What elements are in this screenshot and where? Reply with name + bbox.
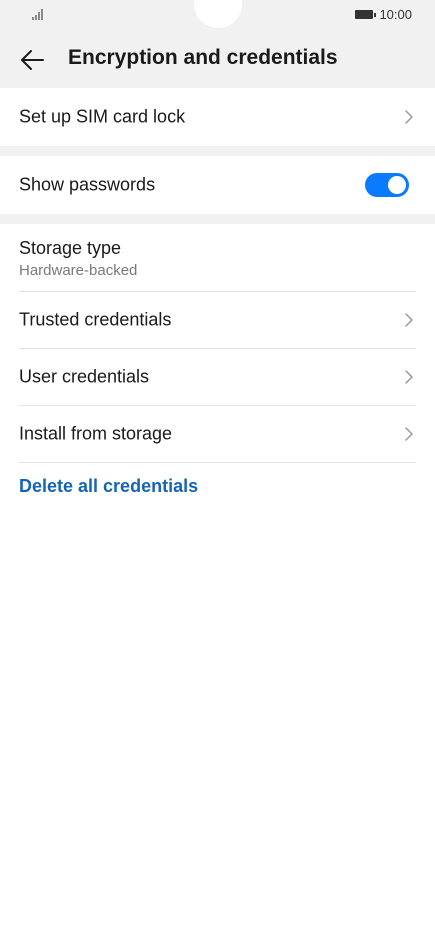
signal-icon [32,9,46,20]
status-time: 10:00 [379,7,412,22]
install-from-storage-label: Install from storage [19,423,173,444]
header: Encryption and credentials [0,32,435,88]
delete-all-credentials-button[interactable]: Delete all credentials [19,476,198,497]
storage-type-item: Storage type Hardware-backed [19,224,416,292]
chevron-right-icon [405,427,413,441]
sim-card-lock-item[interactable]: Set up SIM card lock [19,88,416,146]
battery-icon [355,10,377,19]
show-passwords-label: Show passwords [19,174,156,195]
sim-card-lock-label: Set up SIM card lock [19,106,186,127]
page-title: Encryption and credentials [68,46,338,69]
chevron-right-icon [405,370,413,384]
trusted-credentials-label: Trusted credentials [19,309,172,330]
section-separator [0,146,435,156]
back-button[interactable] [16,44,48,76]
install-from-storage-item[interactable]: Install from storage [19,406,416,463]
credentials-group: Storage type Hardware-backed Trusted cre… [0,224,435,463]
user-credentials-item[interactable]: User credentials [19,349,416,406]
arrow-left-icon [21,50,44,70]
status-right: 10:00 [355,7,412,22]
top-area: 10:00 Encryption and credentials [0,0,435,88]
camera-notch [194,0,242,28]
section-separator [0,214,435,224]
chevron-right-icon [405,110,413,124]
show-passwords-item[interactable]: Show passwords [19,156,416,214]
status-bar: 10:00 [0,0,435,32]
chevron-right-icon [405,313,413,327]
storage-type-value: Hardware-backed [19,262,138,279]
sim-lock-group: Set up SIM card lock [0,88,435,146]
storage-type-label: Storage type [19,238,122,258]
user-credentials-label: User credentials [19,366,150,387]
show-passwords-toggle[interactable] [365,173,409,197]
toggle-knob [388,176,406,194]
trusted-credentials-item[interactable]: Trusted credentials [19,292,416,349]
passwords-group: Show passwords [0,156,435,214]
